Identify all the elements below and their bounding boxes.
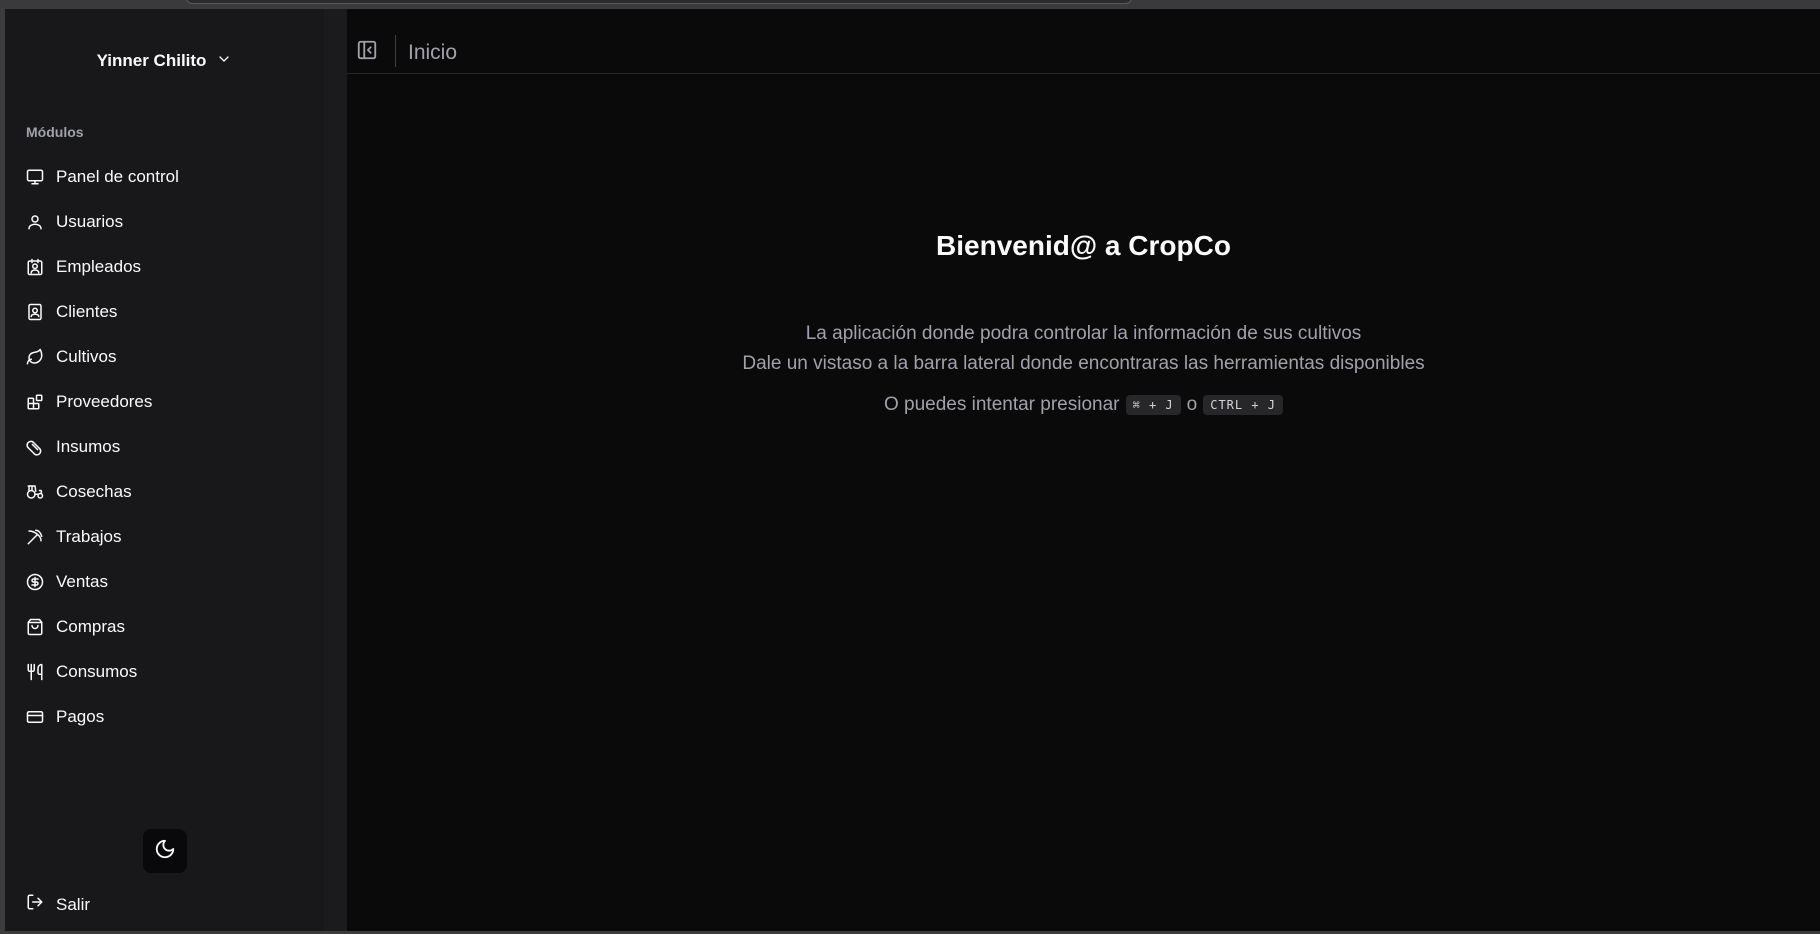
browser-top-strip: [0, 0, 1820, 8]
sidebar-item-label: Consumos: [56, 661, 138, 681]
sidebar-item-empleados[interactable]: Empleados: [26, 244, 311, 289]
welcome-text-line: La aplicación donde podra controlar la i…: [805, 323, 1362, 344]
sidebar-item-cosechas[interactable]: Cosechas: [26, 469, 311, 514]
shortcut-key-windows: CTRL + J: [1203, 395, 1284, 415]
sidebar-item-clientes[interactable]: Clientes: [26, 289, 311, 334]
contact-square-icon: [26, 303, 44, 321]
theme-toggle-button[interactable]: [143, 829, 187, 873]
sidebar-item-pagos[interactable]: Pagos: [26, 694, 311, 739]
sidebar-item-compras[interactable]: Compras: [26, 604, 311, 649]
sidebar-item-label: Ventas: [56, 571, 108, 591]
sidebar-item-label: Usuarios: [56, 211, 124, 231]
sidebar-item-cultivos[interactable]: Cultivos: [26, 334, 311, 379]
user-switcher[interactable]: Yinner Chilito: [5, 41, 324, 81]
logout-label: Salir: [56, 894, 91, 914]
sidebar-item-label: Trabajos: [56, 526, 122, 546]
sidebar: Yinner Chilito Módulos Panel de control …: [5, 9, 324, 931]
sidebar-section-label: Módulos: [26, 124, 84, 140]
sidebar-item-label: Insumos: [56, 436, 121, 456]
sidebar-item-proveedores[interactable]: Proveedores: [26, 379, 311, 424]
shopping-bag-icon: [26, 618, 44, 636]
sidebar-item-panel-de-control[interactable]: Panel de control: [26, 154, 311, 199]
main-area: Inicio Bienvenid@ a CropCo La aplicación…: [324, 9, 1820, 931]
sidebar-nav: Panel de control Usuarios Empleados Clie…: [26, 154, 311, 739]
monitor-icon: [26, 168, 44, 186]
sidebar-item-trabajos[interactable]: Trabajos: [26, 514, 311, 559]
sidebar-item-label: Compras: [56, 616, 125, 636]
chevron-down-icon: [216, 51, 232, 72]
welcome-text-line: Dale un vistaso a la barra lateral donde…: [742, 353, 1425, 374]
blocks-icon: [26, 393, 44, 411]
sidebar-item-label: Clientes: [56, 301, 118, 321]
pill-icon: [26, 438, 44, 456]
shortcut-hint: O puedes intentar presionar ⌘ + J o CTRL…: [347, 394, 1820, 416]
breadcrumb[interactable]: Inicio: [408, 39, 457, 67]
user-icon: [26, 213, 44, 231]
sidebar-item-label: Empleados: [56, 256, 142, 276]
pickaxe-icon: [26, 528, 44, 546]
content-panel: Inicio Bienvenid@ a CropCo La aplicación…: [347, 9, 1820, 931]
sidebar-item-label: Proveedores: [56, 391, 153, 411]
credit-card-icon: [26, 708, 44, 726]
topbar-divider: [395, 35, 396, 67]
sidebar-item-insumos[interactable]: Insumos: [26, 424, 311, 469]
sidebar-item-ventas[interactable]: Ventas: [26, 559, 311, 604]
browser-frame: Yinner Chilito Módulos Panel de control …: [0, 0, 1820, 934]
tractor-icon: [26, 483, 44, 501]
page-title: Bienvenid@ a CropCo: [936, 230, 1231, 261]
utensils-icon: [26, 663, 44, 681]
sidebar-toggle-button[interactable]: [354, 39, 380, 65]
leaf-icon: [26, 348, 44, 366]
sidebar-item-label: Pagos: [56, 706, 105, 726]
moon-icon: [154, 838, 176, 865]
or-text: o: [1186, 394, 1198, 415]
sidebar-item-label: Cosechas: [56, 481, 132, 501]
log-out-icon: [26, 893, 44, 916]
dollar-circle-icon: [26, 573, 44, 591]
contact-icon: [26, 258, 44, 276]
panel-left-icon: [356, 39, 378, 66]
sidebar-item-usuarios[interactable]: Usuarios: [26, 199, 311, 244]
sidebar-item-label: Panel de control: [56, 166, 179, 186]
logout-button[interactable]: Salir: [26, 893, 90, 916]
address-bar[interactable]: [186, 0, 1132, 4]
sidebar-item-label: Cultivos: [56, 346, 117, 366]
shortcut-hint-text: O puedes intentar presionar: [883, 394, 1120, 415]
shortcut-key-mac: ⌘ + J: [1125, 395, 1181, 415]
top-bar: Inicio: [347, 9, 1820, 74]
sidebar-item-consumos[interactable]: Consumos: [26, 649, 311, 694]
user-name: Yinner Chilito: [96, 51, 207, 70]
